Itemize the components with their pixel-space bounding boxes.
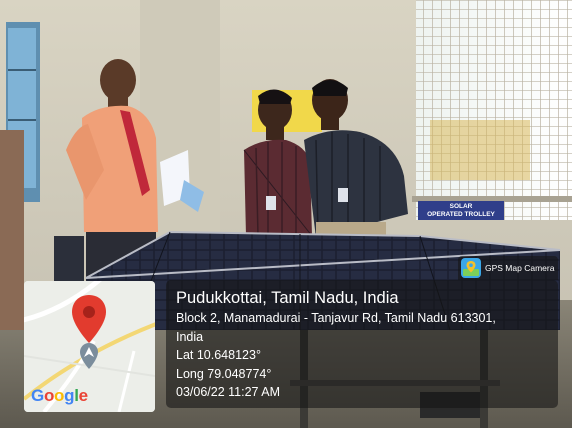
solar-trolley-sign: SOLAR OPERATED TROLLEY xyxy=(418,201,504,220)
gps-map-camera-icon xyxy=(461,258,481,278)
gps-map-camera-badge: GPS Map Camera xyxy=(458,256,558,280)
location-title: Pudukkottai, Tamil Nadu, India xyxy=(176,289,399,307)
latitude: Lat 10.648123° xyxy=(176,348,261,362)
sign-line-1: SOLAR xyxy=(449,202,473,210)
longitude: Long 79.048774° xyxy=(176,366,272,381)
capture-datetime: 03/06/22 11:27 AM xyxy=(176,385,281,399)
gps-map-camera-label: GPS Map Camera xyxy=(485,263,555,273)
address-line-2: India xyxy=(176,329,204,344)
location-details: Pudukkottai, Tamil Nadu, India Block 2, … xyxy=(176,287,554,402)
address-line-1: Block 2, Manamadurai - Tanjavur Rd, Tami… xyxy=(176,311,496,325)
sign-line-2: OPERATED TROLLEY xyxy=(427,210,495,218)
map-thumbnail: Google xyxy=(24,281,155,412)
right-window xyxy=(412,0,572,220)
google-logo: Google xyxy=(31,386,88,405)
